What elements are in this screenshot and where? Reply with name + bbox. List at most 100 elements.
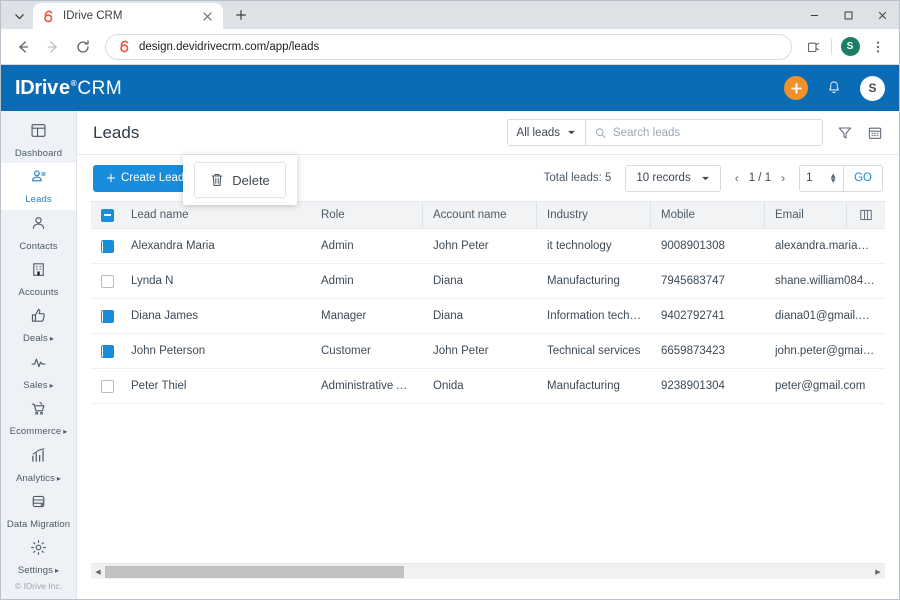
table-row[interactable]: John Peterson Customer John Peter Techni… bbox=[91, 334, 885, 369]
sidebar-item-leads[interactable]: Leads bbox=[1, 163, 76, 210]
tab-search-button[interactable] bbox=[5, 5, 33, 27]
main-content: Leads All leads Search leads Create Lead… bbox=[77, 111, 899, 599]
share-icon[interactable] bbox=[800, 34, 826, 60]
window-controls bbox=[797, 1, 899, 29]
chevron-right-icon: ▸ bbox=[56, 473, 62, 483]
column-header-account-name[interactable]: Account name bbox=[423, 202, 537, 228]
address-bar[interactable]: design.devidrivecrm.com/app/leads bbox=[105, 33, 792, 60]
scroll-right-icon[interactable]: ▶ bbox=[871, 564, 885, 580]
new-tab-button[interactable] bbox=[227, 2, 255, 28]
delete-popup: Delete bbox=[183, 155, 297, 205]
maximize-icon bbox=[844, 11, 852, 19]
select-all-cell[interactable] bbox=[91, 202, 121, 228]
column-header-mobile[interactable]: Mobile bbox=[651, 202, 765, 228]
cell-industry: it technology bbox=[547, 240, 612, 252]
table-row[interactable]: Peter Thiel Administrative Assist... Oni… bbox=[91, 369, 885, 404]
sidebar-item-analytics[interactable]: Analytics ▸ bbox=[1, 442, 76, 488]
horizontal-scrollbar[interactable]: ◀ ▶ bbox=[91, 563, 885, 579]
maximize-button[interactable] bbox=[831, 1, 865, 29]
browser-profile-button[interactable]: S bbox=[837, 34, 863, 60]
search-input[interactable] bbox=[613, 126, 813, 139]
chevron-right-icon[interactable]: › bbox=[781, 171, 785, 185]
sidebar-item-label: Accounts bbox=[18, 286, 59, 298]
column-header-role[interactable]: Role bbox=[311, 202, 423, 228]
select-all-checkbox[interactable] bbox=[101, 208, 114, 222]
column-header-lead-name[interactable]: Lead name bbox=[121, 202, 311, 228]
cell-lead-name[interactable]: Peter Thiel bbox=[121, 369, 311, 403]
row-select-cell[interactable] bbox=[91, 229, 121, 263]
scrollbar-track[interactable] bbox=[105, 565, 871, 578]
analytics-chart-icon bbox=[30, 447, 47, 469]
idrive-crm-logo[interactable]: IDriv e ® CRM bbox=[15, 77, 122, 100]
sidebar-item-settings[interactable]: Settings ▸ bbox=[1, 535, 76, 581]
row-checkbox[interactable] bbox=[101, 239, 114, 253]
row-checkbox[interactable] bbox=[101, 309, 114, 323]
cell-lead-name[interactable]: Alexandra Maria bbox=[121, 229, 311, 263]
row-checkbox[interactable] bbox=[101, 344, 114, 358]
search-group: All leads bbox=[506, 119, 823, 146]
row-select-cell[interactable] bbox=[91, 334, 121, 368]
idrive-lock-icon bbox=[41, 9, 56, 24]
row-checkbox[interactable] bbox=[101, 379, 114, 393]
cell-role: Admin bbox=[321, 240, 354, 252]
logo-text-idriv: IDriv bbox=[15, 76, 58, 99]
forward-button[interactable] bbox=[39, 33, 67, 61]
row-checkbox[interactable] bbox=[101, 274, 114, 288]
row-select-cell[interactable] bbox=[91, 299, 121, 333]
column-header-industry[interactable]: Industry bbox=[537, 202, 651, 228]
row-select-cell[interactable] bbox=[91, 369, 121, 403]
app-header: IDriv e ® CRM S bbox=[1, 65, 899, 111]
cell-lead-name[interactable]: Lynda N bbox=[121, 264, 311, 298]
browser-tab[interactable]: IDrive CRM bbox=[33, 3, 223, 29]
sidebar-item-data-migration[interactable]: Data Migration bbox=[1, 488, 76, 534]
page-title: Leads bbox=[93, 122, 140, 142]
records-per-page-select[interactable]: 10 records bbox=[625, 164, 721, 192]
back-button[interactable] bbox=[9, 33, 37, 61]
chevron-down-icon bbox=[14, 13, 24, 19]
close-icon[interactable] bbox=[199, 8, 215, 24]
sidebar-item-ecommerce[interactable]: Ecommerce ▸ bbox=[1, 395, 76, 441]
page-header: Leads All leads bbox=[77, 111, 899, 155]
page-number-stepper[interactable]: 1 ▲ ▼ bbox=[800, 165, 845, 191]
row-select-cell[interactable] bbox=[91, 264, 121, 298]
minimize-icon bbox=[810, 14, 818, 16]
chevron-left-icon[interactable]: ‹ bbox=[735, 171, 739, 185]
sidebar-item-dashboard[interactable]: Dashboard bbox=[1, 117, 76, 163]
go-button[interactable]: GO bbox=[844, 166, 882, 191]
column-settings-button[interactable] bbox=[847, 202, 885, 228]
cell-role: Admin bbox=[321, 275, 354, 287]
bell-icon[interactable] bbox=[826, 80, 842, 96]
column-header-email[interactable]: Email bbox=[765, 202, 847, 228]
cell-account-name: Diana bbox=[433, 310, 464, 322]
cell-email: alexandra.maria@g... bbox=[775, 240, 875, 252]
search-box[interactable] bbox=[586, 120, 822, 145]
window-close-button[interactable] bbox=[865, 1, 899, 29]
funnel-filter-icon[interactable] bbox=[837, 125, 853, 141]
kebab-menu-icon[interactable] bbox=[865, 34, 891, 60]
sidebar-item-deals[interactable]: Deals ▸ bbox=[1, 303, 76, 349]
table-row[interactable]: Alexandra Maria Admin John Peter it tech… bbox=[91, 229, 885, 264]
lead-view-selector[interactable]: All leads bbox=[508, 120, 586, 145]
plus-circle-icon[interactable] bbox=[784, 76, 808, 100]
table-row[interactable]: Diana James Manager Diana Information te… bbox=[91, 299, 885, 334]
reload-icon bbox=[77, 39, 89, 53]
scrollbar-thumb[interactable] bbox=[105, 565, 404, 578]
calendar-icon[interactable] bbox=[867, 125, 883, 141]
pagination-controls: Total leads: 5 10 records ‹ 1 / 1 › 1 ▲ … bbox=[543, 164, 883, 192]
sidebar-item-contacts[interactable]: Contacts bbox=[1, 210, 76, 256]
goto-page-group: 1 ▲ ▼ GO bbox=[799, 164, 883, 192]
delete-button[interactable]: Delete bbox=[194, 162, 286, 198]
avatar[interactable]: S bbox=[860, 75, 885, 101]
minimize-button[interactable] bbox=[797, 1, 831, 29]
cell-lead-name[interactable]: John Peterson bbox=[121, 334, 311, 368]
scroll-left-icon[interactable]: ◀ bbox=[91, 564, 105, 580]
cell-lead-name[interactable]: Diana James bbox=[121, 299, 311, 333]
arrow-left-icon bbox=[19, 40, 29, 53]
sidebar-item-accounts[interactable]: Accounts bbox=[1, 256, 76, 302]
sidebar-item-sales[interactable]: Sales ▸ bbox=[1, 349, 76, 395]
spinner-updown-icon[interactable]: ▲ ▼ bbox=[829, 172, 837, 185]
table-row[interactable]: Lynda N Admin Diana Manufacturing 794568… bbox=[91, 264, 885, 299]
create-lead-button[interactable]: Create Lead bbox=[93, 164, 198, 192]
reload-button[interactable] bbox=[69, 33, 97, 61]
total-leads-count: Total leads: 5 bbox=[543, 172, 612, 184]
